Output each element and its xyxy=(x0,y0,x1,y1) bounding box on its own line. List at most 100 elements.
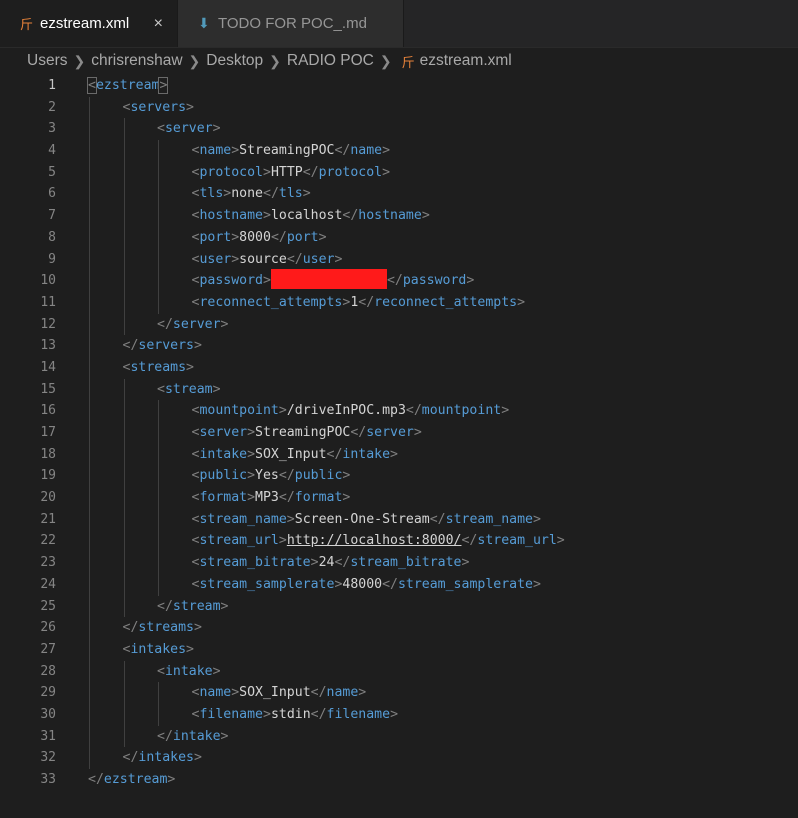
indent-guide xyxy=(123,248,125,271)
code-line: 13 </servers> xyxy=(0,335,798,357)
code-content: <reconnect_attempts>1</reconnect_attempt… xyxy=(192,292,526,314)
line-number: 18 xyxy=(40,446,56,462)
indent-guide xyxy=(123,725,125,748)
tag-name: stream_name xyxy=(199,511,287,527)
bracket: > xyxy=(158,77,169,94)
code-content: <stream_name>Screen-One-Stream</stream_n… xyxy=(192,509,541,531)
bracket: > xyxy=(262,706,271,722)
url-link[interactable]: http://localhost:8000/ xyxy=(287,533,462,548)
bracket: </ xyxy=(386,273,403,289)
indent-guide xyxy=(123,400,125,422)
code-line: 31 </intake> xyxy=(0,725,798,748)
code-line: 32 </intakes> xyxy=(0,747,798,769)
tag-value: Yes xyxy=(255,468,279,484)
bracket: > xyxy=(193,338,202,354)
code-line: 26 </streams> xyxy=(0,617,798,639)
indent-guide xyxy=(89,552,90,574)
breadcrumb-item[interactable]: chrisrenshaw xyxy=(91,52,182,70)
bracket: </ xyxy=(302,164,319,180)
code-content: <intakes> xyxy=(123,639,194,661)
code-content: <mountpoint>/driveInPOC.mp3</mountpoint> xyxy=(192,400,510,422)
bracket: > xyxy=(212,381,221,397)
breadcrumb-item[interactable]: ezstream.xml xyxy=(420,52,512,70)
tag-value: SOX_Input xyxy=(255,446,327,462)
indent-guide xyxy=(123,573,125,596)
bracket: > xyxy=(262,273,271,289)
tab-todo-md[interactable]: ⬇ TODO FOR POC_.md xyxy=(178,0,404,47)
bracket: </ xyxy=(310,706,327,722)
line-number: 13 xyxy=(40,338,56,354)
bracket: > xyxy=(247,468,256,484)
tag-name: intakes xyxy=(138,750,194,766)
tab-ezstream-xml[interactable]: ⽄ ezstream.xml × xyxy=(0,0,178,47)
line-number: 2 xyxy=(48,99,56,115)
breadcrumb-item[interactable]: Users xyxy=(27,52,67,70)
code-line: 3 <server> xyxy=(0,118,798,141)
tag-name: stream_samplerate xyxy=(199,576,335,592)
code-content: <tls>none</tls> xyxy=(192,183,311,205)
tag-value: StreamingPOC xyxy=(255,425,351,440)
tag-name: server xyxy=(164,121,213,137)
bracket: > xyxy=(532,576,541,592)
code-line: 18 <intake>SOX_Input</intake> xyxy=(0,443,798,466)
breadcrumb-item[interactable]: Desktop xyxy=(206,52,263,70)
indent-guide xyxy=(89,205,90,227)
indent-guide xyxy=(158,400,159,422)
bracket: > xyxy=(382,164,391,180)
code-content: <protocol>HTTP</protocol> xyxy=(192,162,391,184)
indent-guide xyxy=(158,140,159,162)
code-line: 33 </ezstream> xyxy=(0,769,798,791)
tag-name: stream xyxy=(172,598,221,614)
tag-name: stream_name xyxy=(445,511,533,527)
bracket: </ xyxy=(358,294,375,310)
tag-name: intake xyxy=(342,446,391,462)
tag-name: stream_samplerate xyxy=(397,576,533,592)
indent-guide xyxy=(158,161,159,184)
code-content: <password> </password> xyxy=(192,268,474,292)
tag-name: intake xyxy=(199,446,248,462)
bracket: </ xyxy=(157,598,173,614)
indent-guide xyxy=(89,487,90,509)
tag-name: stream_bitrate xyxy=(350,555,462,571)
indent-guide xyxy=(89,747,90,769)
line-number: 1 xyxy=(48,78,56,93)
line-number: 21 xyxy=(40,511,56,527)
code-content: <port>8000</port> xyxy=(192,227,327,249)
line-number: 16 xyxy=(40,403,56,419)
tag-name: server xyxy=(172,316,221,332)
indent-guide xyxy=(89,617,90,639)
tag-name: ezstream xyxy=(103,772,168,787)
tag-name: password xyxy=(199,273,263,289)
indent-guide xyxy=(89,638,90,661)
breadcrumb-item[interactable]: RADIO POC xyxy=(287,52,374,70)
bracket: > xyxy=(278,533,287,549)
bracket: > xyxy=(220,316,229,332)
tag-value: HTTP xyxy=(270,164,303,180)
bracket: > xyxy=(358,685,367,701)
bracket: > xyxy=(262,208,271,224)
tag-name: intake xyxy=(172,728,221,744)
line-number: 23 xyxy=(40,555,56,571)
indent-guide xyxy=(158,508,159,531)
line-number: 12 xyxy=(40,316,56,332)
indent-guide xyxy=(123,530,125,553)
bracket: </ xyxy=(122,620,139,636)
code-content: <public>Yes</public> xyxy=(192,465,351,487)
bracket: < xyxy=(157,121,165,137)
tag-value: none xyxy=(231,186,263,202)
code-editor[interactable]: 1 <ezstream> 2 <servers> 3 <server> 4 <name>Str… xyxy=(0,75,798,791)
tab-bar: ⽄ ezstream.xml × ⬇ TODO FOR POC_.md xyxy=(0,0,798,48)
bracket: > xyxy=(220,598,229,614)
tag-name: streams xyxy=(130,359,187,375)
chevron-right-icon: ❯ xyxy=(269,52,281,69)
tag-name: server xyxy=(366,425,414,440)
line-number: 27 xyxy=(40,641,56,657)
rss-icon: ⽄ xyxy=(401,54,415,70)
indent-guide xyxy=(89,703,90,726)
line-number: 5 xyxy=(48,164,56,180)
bracket: </ xyxy=(278,468,295,484)
code-line: 17 <server>StreamingPOC</server> xyxy=(0,422,798,444)
code-content: <streams> xyxy=(123,357,194,379)
close-icon[interactable]: × xyxy=(154,15,163,33)
tag-name: stream_bitrate xyxy=(199,555,311,571)
